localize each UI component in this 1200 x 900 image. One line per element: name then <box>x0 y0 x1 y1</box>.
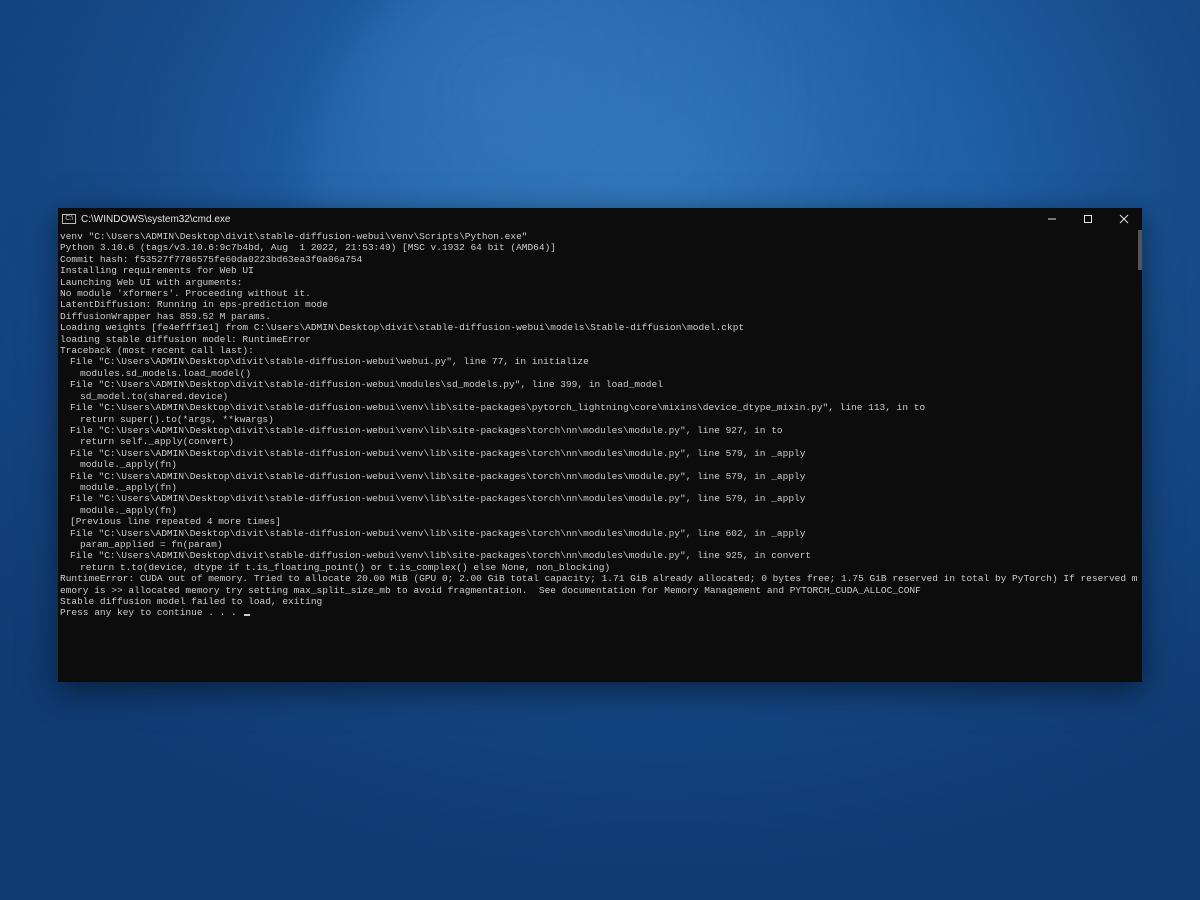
console-line: No module 'xformers'. Proceeding without… <box>60 288 1140 299</box>
console-line: File "C:\Users\ADMIN\Desktop\divit\stabl… <box>60 493 1140 504</box>
cmd-window: C:\ C:\WINDOWS\system32\cmd.exe venv "C:… <box>58 208 1142 682</box>
console-line: Stable diffusion model failed to load, e… <box>60 596 1140 607</box>
console-line: LatentDiffusion: Running in eps-predicti… <box>60 299 1140 310</box>
console-line: param_applied = fn(param) <box>60 539 1140 550</box>
close-icon <box>1119 214 1129 224</box>
console-line: Traceback (most recent call last): <box>60 345 1140 356</box>
console-line: RuntimeError: CUDA out of memory. Tried … <box>60 573 1140 596</box>
console-line: Installing requirements for Web UI <box>60 265 1140 276</box>
console-line: Launching Web UI with arguments: <box>60 277 1140 288</box>
maximize-icon <box>1083 214 1093 224</box>
console-line: sd_model.to(shared.device) <box>60 391 1140 402</box>
console-line: return super().to(*args, **kwargs) <box>60 414 1140 425</box>
console-prompt: Press any key to continue . . . <box>60 607 1140 618</box>
console-line: Loading weights [fe4efff1e1] from C:\Use… <box>60 322 1140 333</box>
console-line: module._apply(fn) <box>60 482 1140 493</box>
cursor <box>244 614 250 616</box>
console-line: venv "C:\Users\ADMIN\Desktop\divit\stabl… <box>60 231 1140 242</box>
window-title: C:\WINDOWS\system32\cmd.exe <box>81 214 230 225</box>
console-line: File "C:\Users\ADMIN\Desktop\divit\stabl… <box>60 379 1140 390</box>
console-line: return t.to(device, dtype if t.is_floati… <box>60 562 1140 573</box>
console-line: File "C:\Users\ADMIN\Desktop\divit\stabl… <box>60 425 1140 436</box>
console-line: [Previous line repeated 4 more times] <box>60 516 1140 527</box>
close-button[interactable] <box>1106 208 1142 230</box>
cmd-icon: C:\ <box>62 214 76 224</box>
console-line: File "C:\Users\ADMIN\Desktop\divit\stabl… <box>60 550 1140 561</box>
console-line: DiffusionWrapper has 859.52 M params. <box>60 311 1140 322</box>
console-line: File "C:\Users\ADMIN\Desktop\divit\stabl… <box>60 356 1140 367</box>
console-line: Python 3.10.6 (tags/v3.10.6:9c7b4bd, Aug… <box>60 242 1140 253</box>
console-line: File "C:\Users\ADMIN\Desktop\divit\stabl… <box>60 448 1140 459</box>
titlebar[interactable]: C:\ C:\WINDOWS\system32\cmd.exe <box>58 208 1142 230</box>
console-line: loading stable diffusion model: RuntimeE… <box>60 334 1140 345</box>
console-line: Commit hash: f53527f7786575fe60da0223bd6… <box>60 254 1140 265</box>
console-line: File "C:\Users\ADMIN\Desktop\divit\stabl… <box>60 528 1140 539</box>
console-line: module._apply(fn) <box>60 505 1140 516</box>
minimize-icon <box>1047 214 1057 224</box>
minimize-button[interactable] <box>1034 208 1070 230</box>
console-client-area[interactable]: venv "C:\Users\ADMIN\Desktop\divit\stabl… <box>58 230 1142 682</box>
console-line: return self._apply(convert) <box>60 436 1140 447</box>
console-line: module._apply(fn) <box>60 459 1140 470</box>
console-line: modules.sd_models.load_model() <box>60 368 1140 379</box>
console-output: venv "C:\Users\ADMIN\Desktop\divit\stabl… <box>58 230 1142 682</box>
maximize-button[interactable] <box>1070 208 1106 230</box>
console-line: File "C:\Users\ADMIN\Desktop\divit\stabl… <box>60 471 1140 482</box>
console-line: File "C:\Users\ADMIN\Desktop\divit\stabl… <box>60 402 1140 413</box>
